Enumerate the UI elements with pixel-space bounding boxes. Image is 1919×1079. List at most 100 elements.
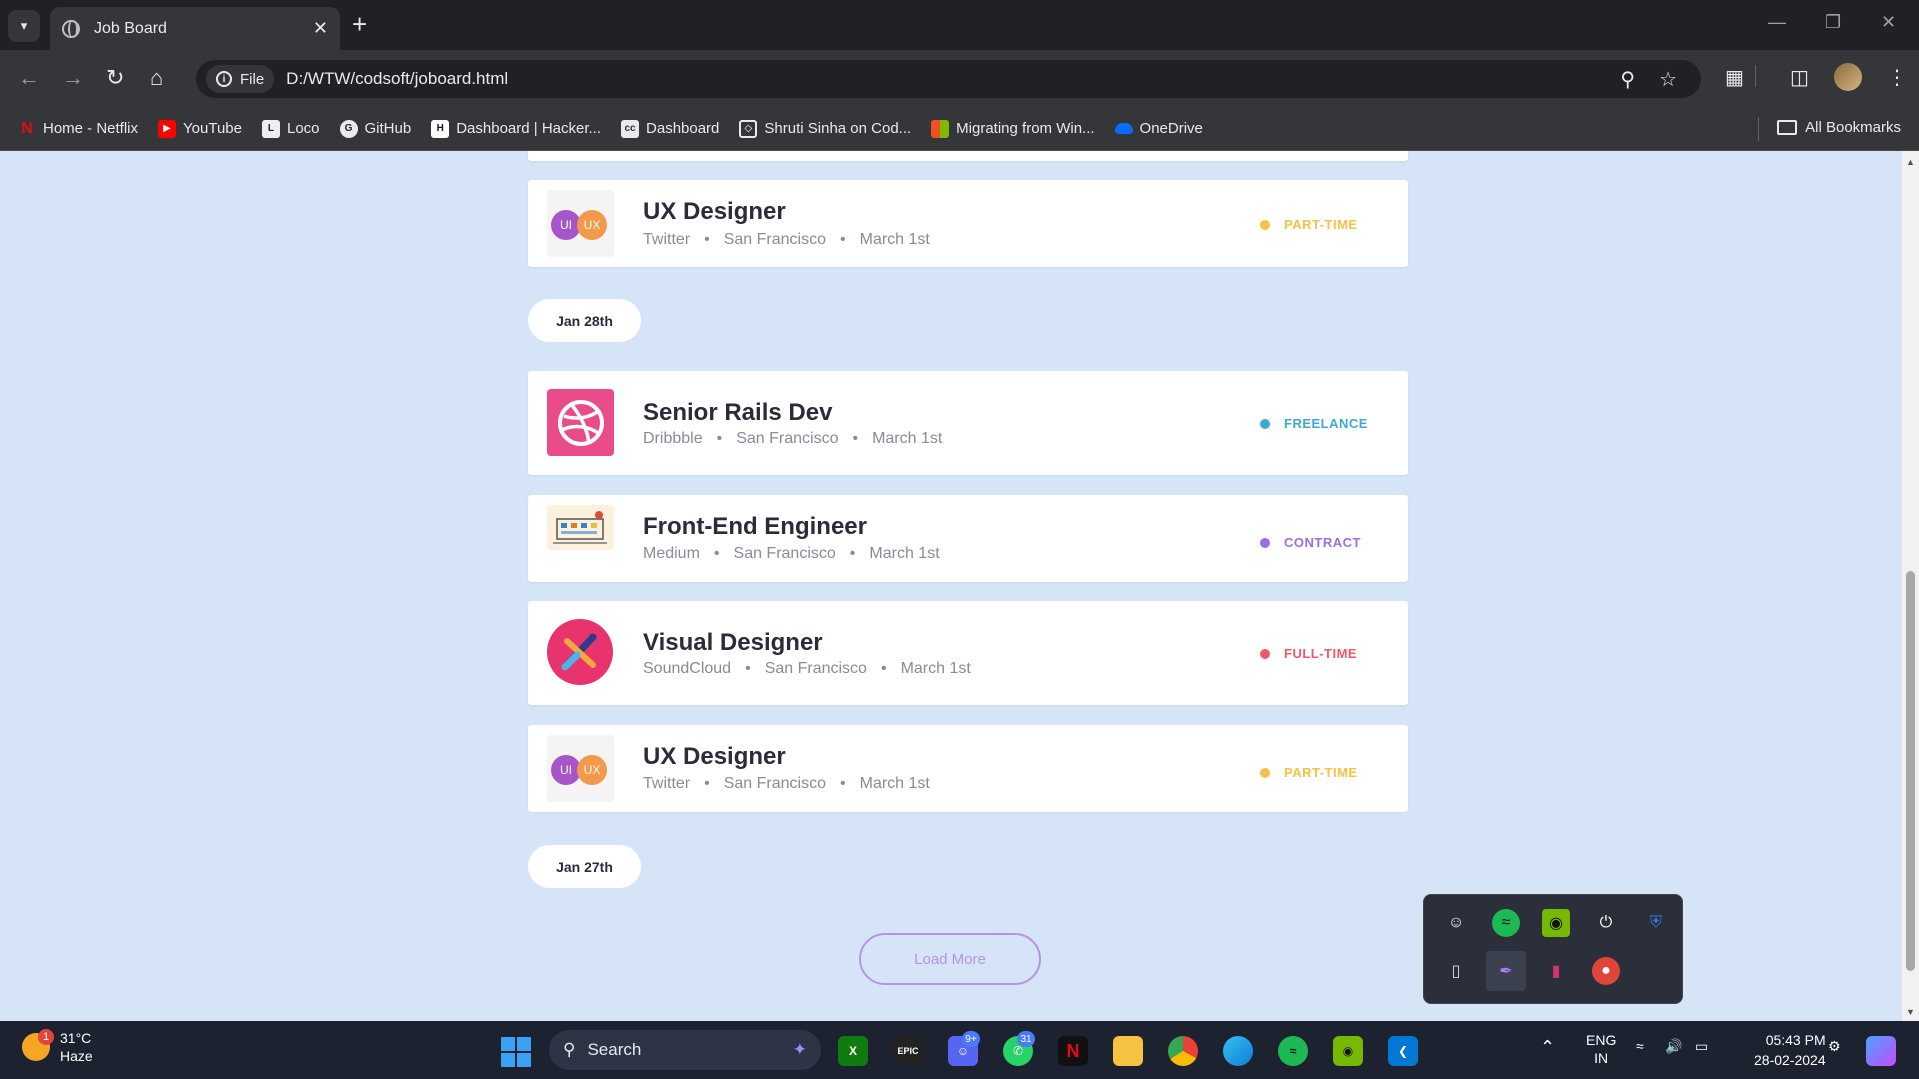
job-title[interactable]: UX Designer <box>643 743 786 771</box>
feather-icon[interactable]: ✒ <box>1486 951 1526 991</box>
close-tab-icon[interactable]: ✕ <box>313 18 328 39</box>
medium-logo <box>547 505 614 550</box>
show-hidden-icons-button[interactable]: ⌃ <box>1540 1037 1555 1058</box>
battery-icon[interactable]: ▭ <box>1695 1038 1708 1055</box>
uiux-logo: UI UX <box>547 735 614 802</box>
extensions-icon[interactable]: ▦ <box>1725 65 1744 90</box>
back-button[interactable]: ← <box>18 65 40 91</box>
spotify-taskbar-icon[interactable]: ≈ <box>1278 1036 1308 1066</box>
vscode-icon[interactable]: ❮ <box>1388 1036 1418 1066</box>
page-viewport: UI UX UX Designer Twitter • San Francisco •… <box>0 151 1919 1021</box>
bookmark-microsoft[interactable]: Migrating from Win... <box>931 119 1095 138</box>
profile-avatar[interactable] <box>1834 63 1862 91</box>
bookmark-netflix[interactable]: N Home - Netflix <box>18 120 138 138</box>
job-card-partial[interactable] <box>528 151 1408 161</box>
status-dot <box>1260 219 1270 230</box>
bookmark-loco[interactable]: L Loco <box>261 119 320 138</box>
taskbar-search[interactable]: ⚲ Search ✦ <box>549 1030 821 1070</box>
job-card[interactable]: Front-End Engineer Medium • San Francisco •… <box>528 495 1408 582</box>
job-card[interactable]: UI UX UX Designer Twitter • San Francisco •… <box>528 725 1408 812</box>
record-icon[interactable]: ● <box>1592 957 1620 985</box>
clock[interactable]: 05:43 PM 28-02-2024 <box>1754 1030 1826 1070</box>
focus-settings-icon[interactable]: ⚙ <box>1828 1038 1841 1055</box>
language-indicator[interactable]: ENG IN <box>1586 1031 1616 1067</box>
page-scrollbar[interactable]: ▲ ▼ <box>1902 151 1919 1021</box>
bookmark-onedrive[interactable]: OneDrive <box>1114 120 1203 137</box>
globe-icon <box>62 19 80 38</box>
weather-widget[interactable]: 1 31°C Haze <box>22 1029 93 1065</box>
bookmark-hackerrank[interactable]: H Dashboard | Hacker... <box>431 119 601 138</box>
bookmark-github[interactable]: G GitHub <box>339 119 411 138</box>
chrome-icon[interactable] <box>1168 1036 1198 1066</box>
shield-app-icon[interactable]: ⏻ <box>1592 909 1620 937</box>
file-chip-label: File <box>240 70 265 88</box>
xbox-icon[interactable]: X <box>838 1036 868 1066</box>
search-icon: ⚲ <box>563 1040 576 1059</box>
file-explorer-icon[interactable] <box>1113 1036 1143 1066</box>
weather-badge: 1 <box>38 1029 54 1045</box>
netflix-taskbar-icon[interactable]: N <box>1058 1036 1088 1066</box>
hackerrank-icon: H <box>431 119 450 138</box>
taskbar: 1 31°C Haze ⚲ Search ✦ X EPIC ☺ 9+ ✆ 31 … <box>0 1021 1919 1079</box>
discord-icon[interactable]: ☺ <box>1442 909 1470 937</box>
spotify-icon[interactable]: ≈ <box>1492 909 1520 937</box>
status-dot <box>1260 537 1270 548</box>
epic-games-icon[interactable]: EPIC <box>893 1036 923 1066</box>
copilot-icon[interactable] <box>1866 1036 1896 1066</box>
job-title[interactable]: UX Designer <box>643 198 786 226</box>
scroll-down-icon[interactable]: ▼ <box>1906 1007 1915 1017</box>
codepen-icon: ◇ <box>739 119 758 138</box>
start-button[interactable] <box>501 1037 531 1067</box>
url-text[interactable]: D:/WTW/codsoft/joboard.html <box>286 69 1620 89</box>
dribbble-logo <box>547 389 614 456</box>
restore-button[interactable]: ❐ <box>1825 12 1841 33</box>
job-type-badge: CONTRACT <box>1260 535 1361 550</box>
all-bookmarks-button[interactable]: All Bookmarks <box>1777 119 1901 136</box>
job-meta: SoundCloud • San Francisco • March 1st <box>643 660 971 677</box>
job-meta: Twitter • San Francisco • March 1st <box>643 775 930 792</box>
bookmark-star-icon[interactable]: ☆ <box>1659 67 1677 92</box>
edge-icon[interactable] <box>1223 1036 1253 1066</box>
reload-button[interactable]: ↻ <box>106 65 124 91</box>
tab-search-button[interactable]: ▾ <box>8 10 40 42</box>
usb-drive-icon[interactable]: ▯ <box>1442 957 1470 985</box>
nvidia-icon[interactable]: ◉ <box>1542 909 1570 937</box>
loco-icon: L <box>261 119 280 138</box>
status-dot <box>1260 648 1270 659</box>
bookmark-codepen[interactable]: ◇ Shruti Sinha on Cod... <box>739 119 911 138</box>
address-bar[interactable]: i File D:/WTW/codsoft/joboard.html ⚲ ☆ <box>196 60 1701 98</box>
wifi-icon[interactable]: ≈ <box>1636 1038 1644 1054</box>
job-card[interactable]: UI UX UX Designer Twitter • San Francisco •… <box>528 180 1408 267</box>
codechef-icon: cc <box>621 119 640 138</box>
load-more-button[interactable]: Load More <box>859 933 1041 985</box>
scroll-up-icon[interactable]: ▲ <box>1906 157 1915 167</box>
audio-wave-icon[interactable]: ▮ <box>1542 957 1570 985</box>
zoom-icon[interactable]: ⚲ <box>1620 67 1635 92</box>
bookmark-youtube[interactable]: ▶ YouTube <box>158 119 242 138</box>
toolbar-divider <box>1755 65 1756 87</box>
job-card[interactable]: Visual Designer SoundCloud • San Francisco… <box>528 601 1408 705</box>
clock-time: 05:43 PM <box>1765 1032 1826 1048</box>
bookmark-dashboard[interactable]: cc Dashboard <box>621 119 719 138</box>
job-type-badge: FREELANCE <box>1260 416 1368 431</box>
minimize-button[interactable]: — <box>1768 12 1786 33</box>
job-title[interactable]: Visual Designer <box>643 629 823 657</box>
nvidia-taskbar-icon[interactable]: ◉ <box>1333 1036 1363 1066</box>
search-highlight-icon: ✦ <box>792 1040 807 1059</box>
security-shield-icon[interactable]: ⛨ <box>1642 909 1670 937</box>
scrollbar-thumb[interactable] <box>1906 571 1915 971</box>
home-button[interactable]: ⌂ <box>150 65 163 91</box>
site-info-chip[interactable]: i File <box>206 65 275 93</box>
new-tab-button[interactable]: + <box>352 10 367 38</box>
forward-button[interactable]: → <box>62 65 84 91</box>
job-card[interactable]: Senior Rails Dev Dribbble • San Francisco •… <box>528 371 1408 475</box>
tab-job-board[interactable]: Job Board ✕ <box>50 7 340 50</box>
weather-desc: Haze <box>60 1048 93 1064</box>
hidden-icons-tray: ☺ ≈ ◉ ⏻ ⛨ ▯ ✒ ▮ ● <box>1423 894 1683 1004</box>
job-title[interactable]: Senior Rails Dev <box>643 399 832 427</box>
side-panel-icon[interactable]: ◫ <box>1790 65 1809 90</box>
volume-icon[interactable]: 🔊 <box>1665 1038 1682 1055</box>
close-window-button[interactable]: ✕ <box>1881 12 1896 33</box>
job-title[interactable]: Front-End Engineer <box>643 513 867 541</box>
menu-icon[interactable]: ⋮ <box>1887 65 1907 90</box>
